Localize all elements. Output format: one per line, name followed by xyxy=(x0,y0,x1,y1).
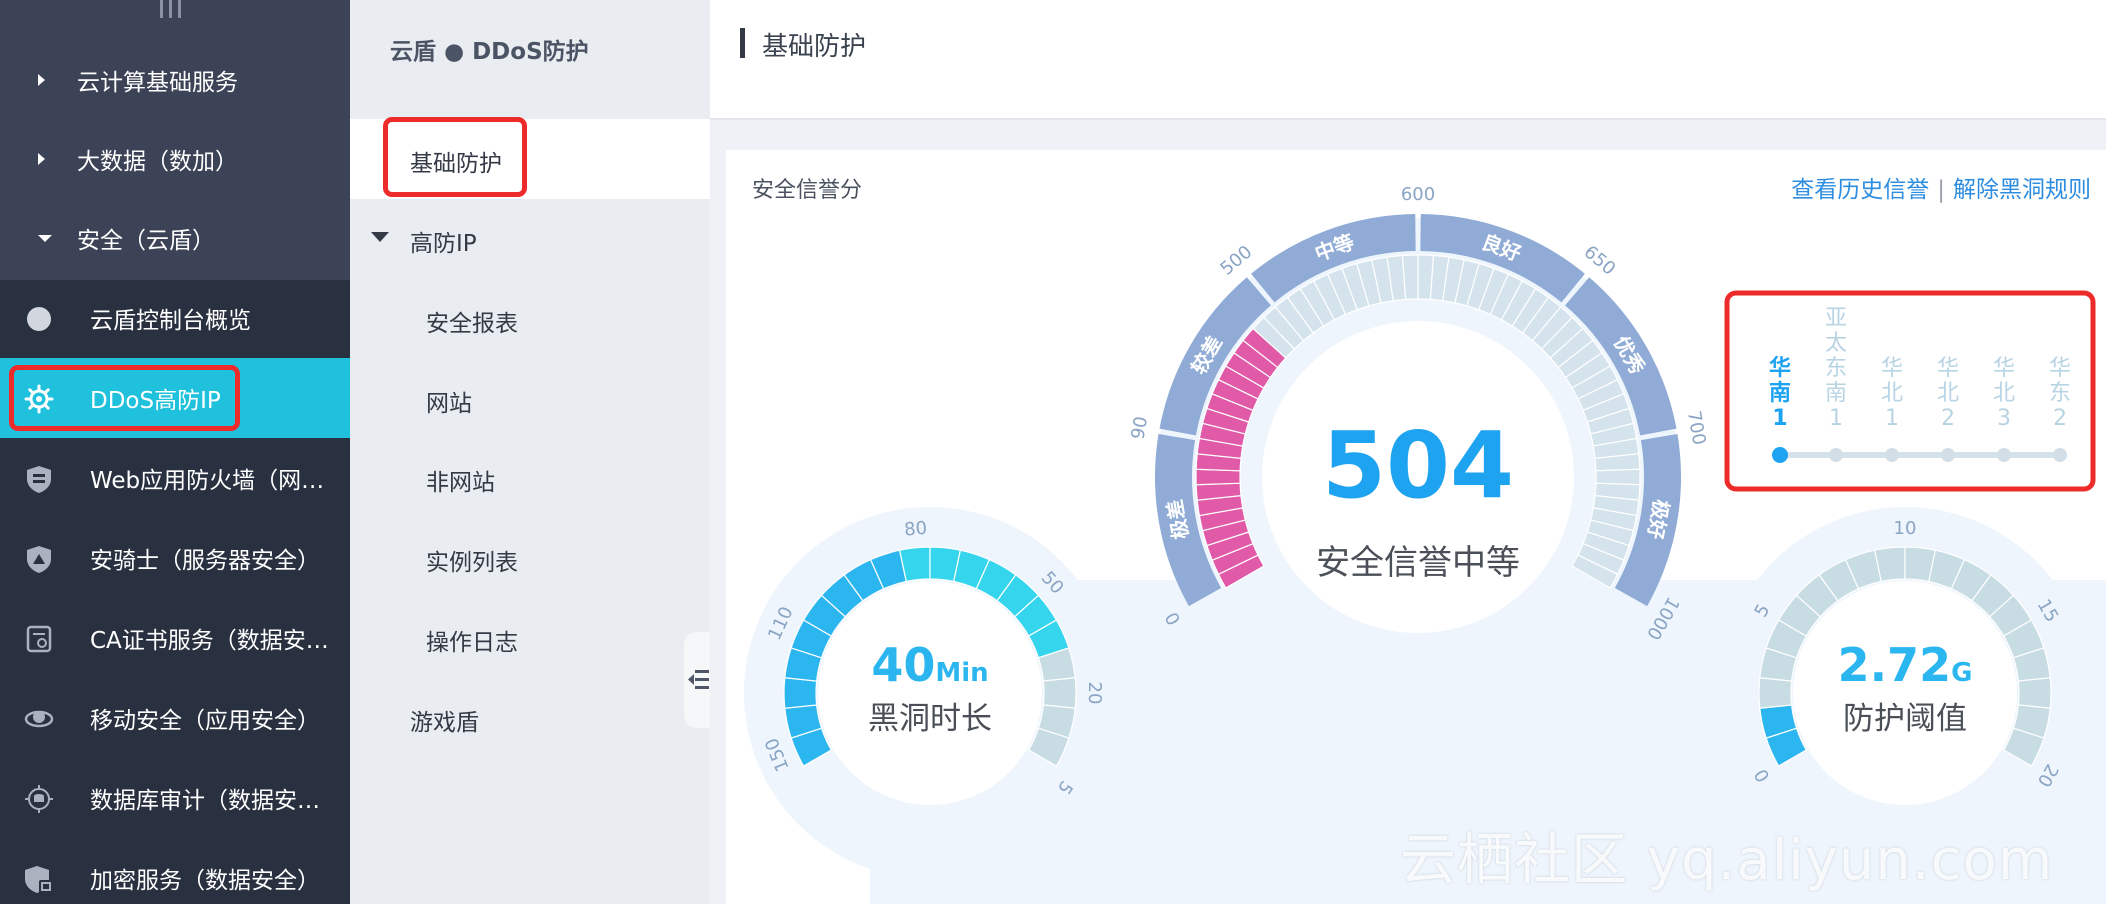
region-label-char[interactable]: 华 xyxy=(1993,356,2015,381)
threshold-caption: 防护阈值 xyxy=(1843,701,1967,737)
region-label-char[interactable]: 亚 xyxy=(1825,306,1847,331)
threshold-tick-segment xyxy=(1758,677,1793,709)
region-dot[interactable] xyxy=(1772,447,1788,463)
score-value: 504 xyxy=(1322,412,1514,519)
region-label-char[interactable]: 北 xyxy=(1993,381,2015,406)
score-tick-label: 500 xyxy=(1217,242,1257,280)
region-dot[interactable] xyxy=(1885,448,1899,462)
blackhole-gauge-face xyxy=(818,581,1042,805)
score-tick-label: 700 xyxy=(1683,409,1710,446)
region-dot[interactable] xyxy=(1829,448,1843,462)
region-label-char[interactable]: 2 xyxy=(1941,406,1955,431)
region-dot[interactable] xyxy=(1997,448,2011,462)
region-label-char[interactable]: 华 xyxy=(1769,355,1791,381)
blackhole-tick-label: 20 xyxy=(1084,682,1105,705)
score-tick-label: 90 xyxy=(1127,415,1152,441)
gauge-dashboard: 极差较差中等 良好优秀极好0905006006507001000504安全信誉中等… xyxy=(744,184,2106,904)
region-label-char[interactable]: 北 xyxy=(1937,381,1959,406)
threshold-gauge-face xyxy=(1793,581,2017,805)
region-label-char[interactable]: 3 xyxy=(1997,406,2011,431)
region-label-char[interactable]: 南 xyxy=(1825,381,1847,406)
score-tick-segment xyxy=(1195,468,1241,486)
score-caption: 安全信誉中等 xyxy=(1316,543,1520,583)
region-label-char[interactable]: 2 xyxy=(2053,406,2067,431)
blackhole-tick-segment xyxy=(1042,677,1077,709)
blackhole-tick-segment xyxy=(783,677,818,709)
region-label-char[interactable]: 东 xyxy=(2049,381,2071,406)
score-tick-label: 600 xyxy=(1401,184,1435,205)
score-tick-segment xyxy=(1401,254,1419,301)
threshold-tick-segment xyxy=(2017,677,2052,709)
region-label-char[interactable]: 1 xyxy=(1829,406,1843,431)
region-label-char[interactable]: 东 xyxy=(1825,356,1847,381)
blackhole-caption: 黑洞时长 xyxy=(868,701,992,737)
region-label-char[interactable]: 华 xyxy=(1937,356,1959,381)
region-label-char[interactable]: 华 xyxy=(2049,356,2071,381)
region-dot[interactable] xyxy=(2053,448,2067,462)
region-label-char[interactable]: 1 xyxy=(1772,406,1787,431)
region-label-char[interactable]: 南 xyxy=(1769,381,1791,406)
region-label-char[interactable]: 1 xyxy=(1885,406,1899,431)
threshold-tick-label: 10 xyxy=(1894,518,1917,539)
region-label-char[interactable]: 太 xyxy=(1825,331,1847,356)
region-label-char[interactable]: 北 xyxy=(1881,381,1903,406)
watermark: 云栖社区 yq.aliyun.com xyxy=(1400,828,2054,893)
region-dot[interactable] xyxy=(1941,448,1955,462)
score-tick-label: 650 xyxy=(1580,242,1620,280)
score-tick-segment xyxy=(1595,468,1641,486)
region-label-char[interactable]: 华 xyxy=(1881,356,1903,381)
blackhole-tick-label: 80 xyxy=(903,518,928,541)
